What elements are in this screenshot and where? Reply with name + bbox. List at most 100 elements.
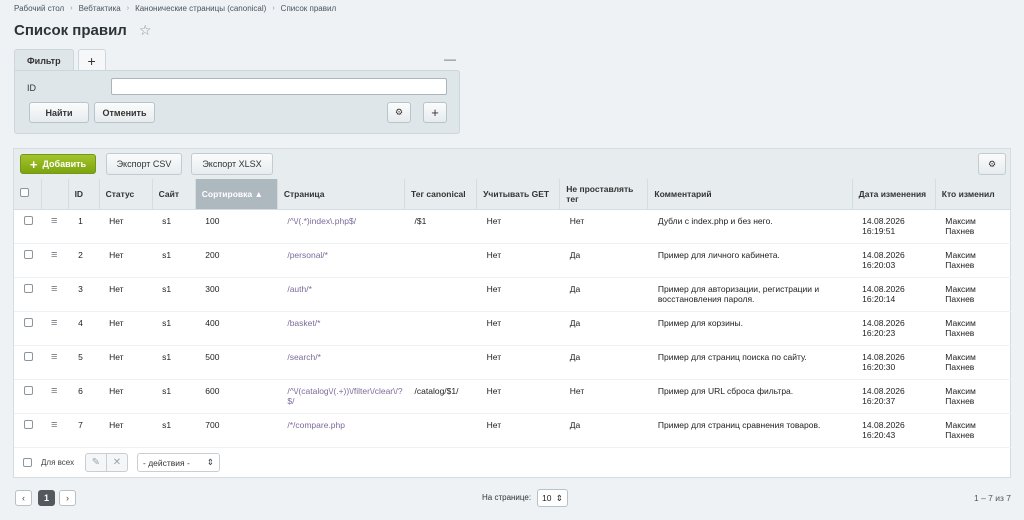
select-all-header[interactable] [14, 179, 42, 210]
table-row[interactable]: ≡ 4 Нет s1 400/basket/* Нет Да Пример для корзи… [14, 311, 1011, 346]
menu-icon[interactable]: ≡ [51, 351, 57, 363]
row-menu-cell[interactable]: ≡ [41, 243, 69, 278]
column-header-site[interactable]: Сайт [152, 179, 196, 210]
export-csv-button[interactable]: Экспорт CSV [106, 153, 182, 175]
cell-page[interactable]: /^\/(.*)index\.php$/ [277, 209, 405, 244]
add-filter-tab-button[interactable]: + [77, 49, 106, 71]
cell-page[interactable]: /basket/* [277, 311, 405, 346]
id-filter-input[interactable] [111, 78, 447, 95]
rules-grid: + Добавить Экспорт CSV Экспорт XLSX ⚙ ID… [13, 148, 1012, 478]
delete-button[interactable]: ✕ [106, 453, 128, 472]
cell-site: s1 [152, 243, 196, 278]
row-select-cell[interactable] [14, 277, 42, 312]
prev-page-button[interactable]: ‹ [15, 490, 32, 506]
menu-icon[interactable]: ≡ [51, 317, 57, 329]
cell-no-tag: Да [559, 311, 648, 346]
table-row[interactable]: ≡ 3 Нет s1 300/auth/* Нет Да Пример для авториз… [14, 277, 1011, 312]
row-select-cell[interactable] [14, 209, 42, 244]
cell-date: 14.08.2026 16:20:37 [852, 379, 936, 414]
cell-id: 7 [68, 413, 100, 448]
row-menu-cell[interactable]: ≡ [41, 311, 69, 346]
date-value: 14.08.2026 [862, 283, 905, 294]
menu-icon[interactable]: ≡ [51, 283, 57, 295]
row-checkbox[interactable] [24, 351, 33, 361]
rules-table: ID Статус Сайт Сортировка ▲ Страница Тег… [14, 179, 1012, 448]
table-row[interactable]: ≡ 6 Нет s1 600/^\/(catalog\/(.+))\/filter\/c… [14, 379, 1011, 414]
star-icon[interactable]: ☆ [139, 22, 152, 39]
cell-sort: 500 [195, 345, 278, 380]
table-row[interactable]: ≡ 7 Нет s1 700/*/compare.php Нет Да Пример для … [14, 413, 1011, 448]
row-checkbox[interactable] [24, 419, 33, 429]
time-value: 16:20:37 [862, 395, 896, 406]
menu-icon[interactable]: ≡ [51, 249, 57, 261]
cell-date: 14.08.2026 16:20:03 [852, 243, 936, 278]
column-header-get[interactable]: Учитывать GET [476, 179, 561, 210]
cell-page[interactable]: /search/* [277, 345, 405, 380]
per-page-select[interactable]: 10 ⇕ [537, 489, 568, 507]
cell-get: Нет [476, 243, 560, 278]
find-button[interactable]: Найти [29, 102, 89, 123]
column-header-sort[interactable]: Сортировка ▲ [195, 179, 278, 210]
breadcrumb-item-desktop[interactable]: Рабочий стол [14, 4, 64, 13]
row-select-cell[interactable] [14, 345, 42, 380]
checkbox[interactable] [20, 188, 29, 198]
per-page-label: На странице: [482, 493, 532, 502]
column-header-user[interactable]: Кто изменил [935, 179, 1012, 210]
actions-select[interactable]: - действия - ⇕ [137, 453, 220, 472]
column-header-id[interactable]: ID [68, 179, 100, 210]
breadcrumb-item-webtaktika[interactable]: Вебтактика [79, 4, 121, 13]
cell-page[interactable]: /personal/* [277, 243, 405, 278]
cell-page[interactable]: /auth/* [277, 277, 405, 312]
column-header-comment[interactable]: Комментарий [647, 179, 853, 210]
row-menu-cell[interactable]: ≡ [41, 277, 69, 312]
row-select-cell[interactable] [14, 413, 42, 448]
date-value: 14.08.2026 [862, 351, 905, 362]
row-select-cell[interactable] [14, 311, 42, 346]
time-value: 16:20:23 [862, 327, 896, 338]
cell-comment: Пример для корзины. [647, 311, 853, 346]
cell-user: Максим Пахнев [935, 413, 1011, 448]
row-checkbox[interactable] [24, 317, 33, 327]
column-header-page[interactable]: Страница [277, 179, 406, 210]
page-number-button[interactable]: 1 [38, 490, 55, 506]
table-row[interactable]: ≡ 1 Нет s1 100/^\/(.*)index\.php$//$1 Нет Нет Д… [14, 209, 1011, 244]
minimize-icon[interactable]: — [444, 52, 456, 66]
cell-comment: Дубли с index.php и без него. [647, 209, 853, 244]
add-button[interactable]: + Добавить [20, 154, 96, 174]
select-all-checkbox[interactable] [23, 458, 32, 467]
menu-icon[interactable]: ≡ [51, 385, 57, 397]
tab-filter[interactable]: Фильтр [14, 49, 74, 71]
filter-settings-button[interactable]: ⚙ [387, 102, 411, 123]
column-header-canonical[interactable]: Тег canonical [404, 179, 478, 210]
row-checkbox[interactable] [24, 385, 33, 395]
cancel-button[interactable]: Отменить [94, 102, 155, 123]
cell-id: 1 [68, 209, 100, 244]
row-menu-cell[interactable]: ≡ [41, 413, 69, 448]
cell-site: s1 [152, 413, 196, 448]
row-checkbox[interactable] [24, 249, 33, 259]
cell-page[interactable]: /^\/(catalog\/(.+))\/filter\/clear\/?$/ [277, 379, 405, 414]
row-checkbox[interactable] [24, 283, 33, 293]
breadcrumb-item-canonical[interactable]: Канонические страницы (canonical) [135, 4, 266, 13]
row-menu-cell[interactable]: ≡ [41, 379, 69, 414]
export-xlsx-button[interactable]: Экспорт XLSX [191, 153, 273, 175]
cell-page[interactable]: /*/compare.php [277, 413, 405, 448]
row-menu-cell[interactable]: ≡ [41, 345, 69, 380]
row-select-cell[interactable] [14, 379, 42, 414]
add-button-label: Добавить [42, 159, 87, 169]
row-select-cell[interactable] [14, 243, 42, 278]
grid-settings-button[interactable]: ⚙ [978, 153, 1006, 175]
table-row[interactable]: ≡ 5 Нет s1 500/search/* Нет Да Пример для стран… [14, 345, 1011, 380]
column-header-no-tag[interactable]: Не проставлять тег [559, 179, 649, 210]
menu-icon[interactable]: ≡ [51, 215, 57, 227]
row-checkbox[interactable] [24, 215, 33, 225]
column-header-status[interactable]: Статус [99, 179, 153, 210]
row-menu-cell[interactable]: ≡ [41, 209, 69, 244]
cell-status: Нет [99, 413, 153, 448]
next-page-button[interactable]: › [59, 490, 76, 506]
edit-button[interactable]: ✎ [85, 453, 107, 472]
add-filter-field-button[interactable]: + [423, 102, 447, 123]
table-row[interactable]: ≡ 2 Нет s1 200/personal/* Нет Да Пример для лич… [14, 243, 1011, 278]
menu-icon[interactable]: ≡ [51, 419, 57, 431]
column-header-date[interactable]: Дата изменения [852, 179, 936, 210]
